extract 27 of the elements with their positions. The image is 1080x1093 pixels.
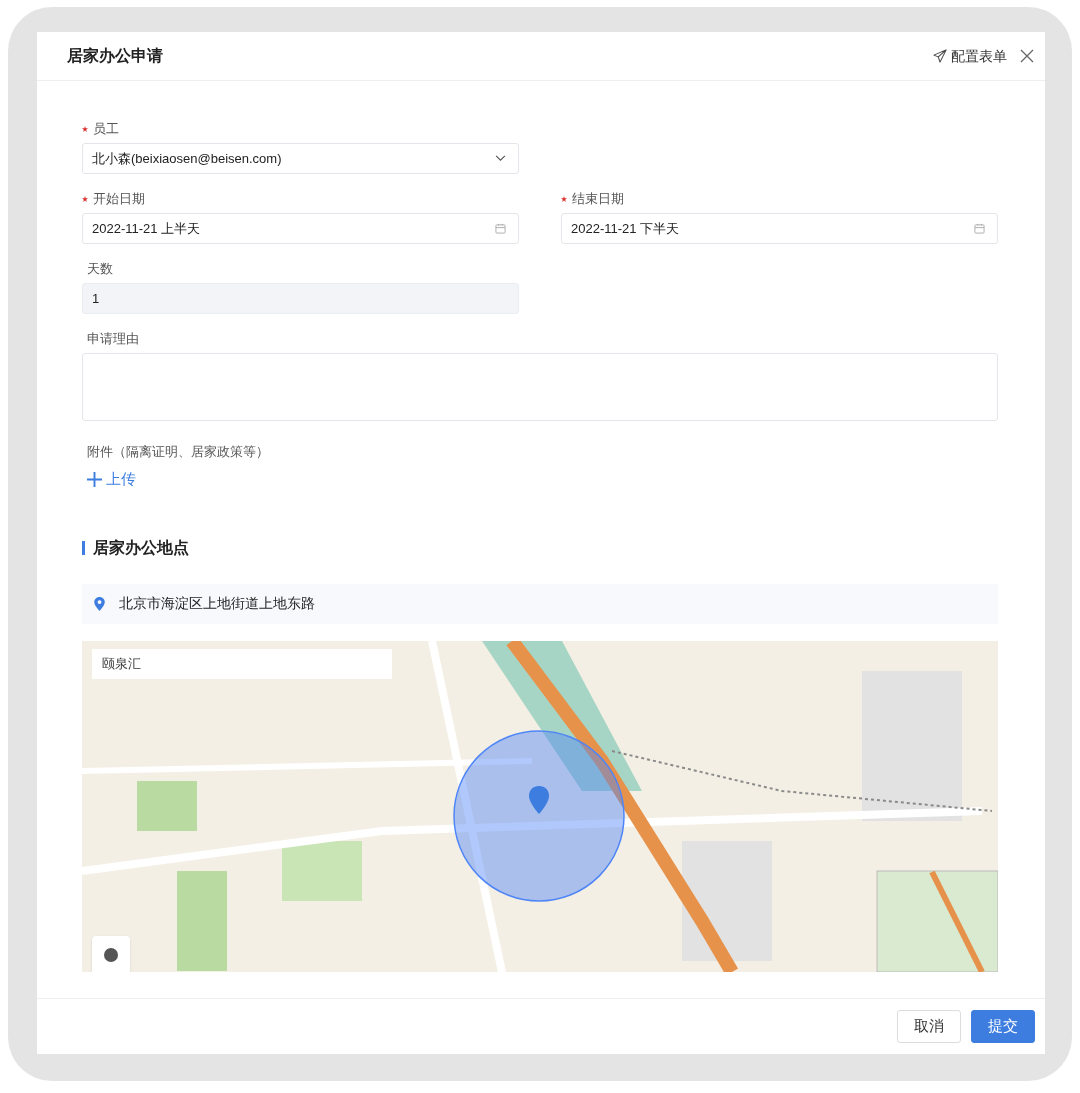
upload-button[interactable]: 上传 — [87, 468, 136, 491]
date-field[interactable]: 2022-11-21 上半天 — [82, 213, 519, 244]
field-label: 附件（隔离证明、居家政策等） — [87, 444, 269, 459]
map-search-field[interactable]: 颐泉汇 — [92, 648, 392, 679]
textarea-field[interactable] — [82, 353, 998, 421]
field-label: 申请理由 — [87, 330, 139, 349]
close-icon[interactable] — [1019, 48, 1035, 64]
date-field[interactable]: 2022-11-21 下半天 — [561, 213, 998, 244]
calendar-icon — [974, 223, 985, 234]
field-label: 天数 — [87, 260, 113, 279]
calendar-icon — [495, 223, 506, 234]
chevron-down-icon — [495, 155, 506, 162]
send-icon — [933, 49, 947, 63]
locate-icon — [103, 946, 119, 963]
config-form-button[interactable]: 配置表单 — [933, 45, 1007, 67]
cancel-button[interactable]: 取消 — [897, 1010, 961, 1043]
address-text: 北京市海淀区上地街道上地东路 — [119, 594, 315, 613]
submit-button[interactable]: 提交 — [971, 1010, 1035, 1043]
select-field[interactable]: 北小森(beixiaosen@beisen.com) — [82, 143, 519, 174]
plus-icon — [87, 471, 102, 487]
section-title: 居家办公地点 — [93, 537, 189, 558]
field-label: 员工 — [93, 120, 119, 139]
locate-button[interactable] — [92, 935, 130, 972]
location-pin-icon — [94, 596, 105, 611]
field-label: 开始日期 — [93, 190, 145, 209]
field-label: 结束日期 — [572, 190, 624, 209]
dialog-title: 居家办公申请 — [67, 46, 163, 66]
